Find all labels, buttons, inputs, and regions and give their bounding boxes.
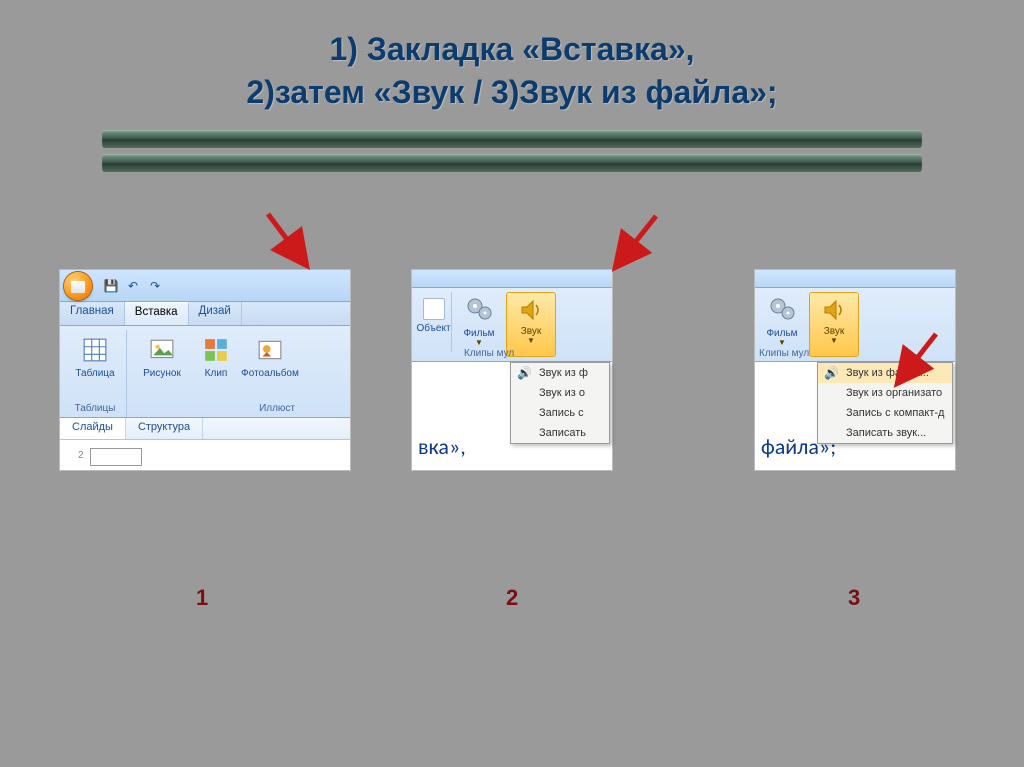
group-illustrations: Рисунок Клип Фотоальбом Иллюст	[131, 330, 301, 417]
title-bar	[755, 270, 955, 288]
button-label: Объект	[416, 323, 450, 334]
document-text: вка»,	[418, 433, 466, 460]
ribbon-body: Объект Фильм ▼ Звук ▼ Клипы мул	[412, 288, 612, 362]
menu-item-sound-from-org[interactable]: Звук из о	[511, 383, 609, 403]
chevron-down-icon: ▼	[830, 336, 838, 345]
undo-icon[interactable]: ↶	[124, 277, 142, 295]
panel-tabs: Слайды Структура	[60, 418, 350, 440]
tab-insert[interactable]: Вставка	[125, 302, 189, 325]
quick-access-toolbar: 💾 ↶ ↷	[102, 277, 164, 295]
sound-icon	[818, 294, 850, 326]
chevron-down-icon: ▼	[527, 336, 535, 345]
redo-icon[interactable]: ↷	[146, 277, 164, 295]
object-icon	[423, 298, 445, 320]
save-icon[interactable]: 💾	[102, 277, 120, 295]
tab-design[interactable]: Дизай	[189, 302, 242, 325]
ribbon-body: Фильм ▼ Звук ▼ Клипы мул	[755, 288, 955, 362]
chevron-down-icon: ▼	[475, 338, 483, 347]
title-line-2: 2)затем «Звук / 3)Звук из файла»;	[0, 71, 1024, 114]
menu-item-record-sound[interactable]: Записать	[511, 423, 609, 443]
menu-item-record-sound[interactable]: Записать звук...	[818, 423, 952, 443]
tab-home[interactable]: Главная	[60, 302, 125, 325]
red-arrow-icon	[604, 212, 664, 272]
label-3: 3	[848, 585, 860, 611]
object-button[interactable]: Объект	[416, 292, 452, 352]
picture-icon	[146, 334, 178, 366]
album-button[interactable]: Фотоальбом	[245, 332, 295, 401]
ribbon-tabs: Главная Вставка Дизай	[60, 302, 350, 326]
menu-item-record-cd[interactable]: Запись с	[511, 403, 609, 423]
office-button[interactable]	[64, 272, 92, 300]
button-label: Фотоальбом	[241, 368, 299, 379]
picture-button[interactable]: Рисунок	[137, 332, 187, 401]
group-tables: Таблица Таблицы	[64, 330, 127, 417]
screenshots-row: 💾 ↶ ↷ Главная Вставка Дизай Таблица Табл…	[0, 270, 1024, 500]
slide-title: 1) Закладка «Вставка», 2)затем «Звук / 3…	[0, 0, 1024, 114]
panel-tab-outline[interactable]: Структура	[126, 418, 203, 439]
red-arrow-icon	[260, 210, 320, 270]
sound-dropdown: 🔊Звук из ф Звук из о Запись с Записать	[510, 362, 610, 444]
group-label: Иллюст	[137, 401, 295, 415]
clip-icon	[200, 334, 232, 366]
screenshot-2: Объект Фильм ▼ Звук ▼ Клипы мул 🔊Звук из…	[412, 270, 612, 470]
title-bar: 💾 ↶ ↷	[60, 270, 350, 302]
speaker-icon: 🔊	[517, 366, 532, 380]
button-label: Клип	[205, 368, 228, 379]
decorative-divider	[102, 130, 922, 172]
album-icon	[254, 334, 286, 366]
menu-item-record-cd[interactable]: Запись с компакт-д	[818, 403, 952, 423]
title-line-1: 1) Закладка «Вставка»,	[0, 28, 1024, 71]
ribbon-body: Таблица Таблицы Рисунок Клип	[60, 326, 350, 418]
slide-number: 2	[78, 450, 82, 462]
label-1: 1	[196, 585, 208, 611]
table-icon	[79, 334, 111, 366]
menu-item-sound-from-file[interactable]: 🔊Звук из ф	[511, 363, 609, 383]
label-2: 2	[506, 585, 518, 611]
speaker-icon: 🔊	[824, 366, 839, 380]
group-label: Таблицы	[70, 401, 120, 415]
menu-item-sound-from-org[interactable]: Звук из организато	[818, 383, 952, 403]
screenshot-3: Фильм ▼ Звук ▼ Клипы мул 🔊Звук из файла.…	[755, 270, 955, 470]
menu-item-sound-from-file[interactable]: 🔊Звук из файла...	[818, 363, 952, 383]
group-label: Клипы мул	[464, 348, 608, 359]
screenshot-1: 💾 ↶ ↷ Главная Вставка Дизай Таблица Табл…	[60, 270, 350, 470]
button-label: Таблица	[75, 368, 114, 379]
slide-thumbnail[interactable]	[90, 448, 142, 466]
button-label: Рисунок	[143, 368, 181, 379]
clip-button[interactable]: Клип	[191, 332, 241, 401]
movie-icon	[766, 294, 798, 326]
sound-dropdown: 🔊Звук из файла... Звук из организато Зап…	[817, 362, 953, 444]
sound-icon	[515, 294, 547, 326]
group-label: Клипы мул	[759, 348, 951, 359]
movie-icon	[463, 294, 495, 326]
table-button[interactable]: Таблица	[70, 332, 120, 401]
title-bar	[412, 270, 612, 288]
chevron-down-icon: ▼	[778, 338, 786, 347]
panel-tab-slides[interactable]: Слайды	[60, 418, 126, 439]
